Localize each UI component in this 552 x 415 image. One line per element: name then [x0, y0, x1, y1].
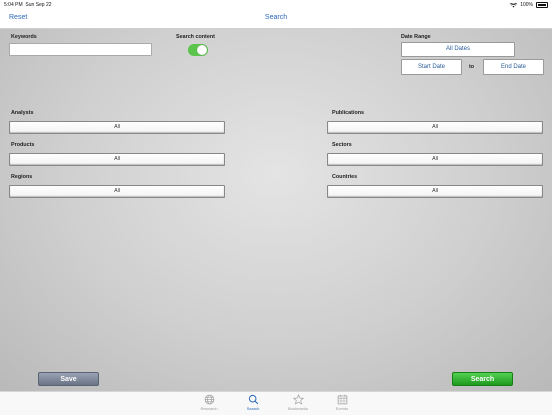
save-button[interactable]: Save: [38, 372, 99, 386]
star-icon: [292, 394, 304, 405]
page-title: Search: [264, 14, 288, 21]
tab-search[interactable]: Search: [238, 394, 268, 411]
keywords-input[interactable]: [9, 43, 152, 56]
publications-select[interactable]: All: [327, 121, 543, 134]
regions-select[interactable]: All: [9, 185, 225, 198]
search-content-toggle[interactable]: [188, 44, 208, 56]
battery-percent: 100%: [520, 2, 533, 8]
regions-label: Regions: [11, 174, 33, 180]
start-date-button[interactable]: Start Date: [401, 59, 462, 75]
wifi-icon: [510, 2, 518, 7]
analysts-label: Analysts: [11, 110, 34, 116]
publications-label: Publications: [332, 110, 365, 116]
tab-label: Events: [335, 406, 349, 411]
products-select[interactable]: All: [9, 153, 225, 166]
tab-label: Bookmarks: [287, 406, 308, 411]
search-icon: [248, 394, 258, 405]
battery-icon: [536, 2, 548, 8]
end-date-button[interactable]: End Date: [483, 59, 544, 75]
countries-select[interactable]: All: [327, 185, 543, 198]
all-dates-button[interactable]: All Dates: [401, 42, 515, 57]
tab-bookmarks[interactable]: Bookmarks: [283, 394, 313, 411]
search-content-label: Search content: [176, 34, 215, 40]
search-form: Keywords Search content Date Range All D…: [0, 29, 552, 391]
status-bar: 5:04 PM Sun Sep 22 100%: [0, 0, 552, 10]
analysts-select[interactable]: All: [9, 121, 225, 134]
sectors-label: Sectors: [332, 142, 352, 148]
tab-bar: Research Search Bookmarks Events: [0, 391, 552, 415]
sectors-select[interactable]: All: [327, 153, 543, 166]
search-button[interactable]: Search: [452, 372, 513, 386]
toggle-knob: [197, 45, 207, 55]
tab-label: Search: [246, 406, 260, 411]
calendar-icon: [337, 394, 347, 405]
tab-label: Research: [200, 406, 218, 411]
to-label: to: [469, 64, 475, 70]
products-label: Products: [11, 142, 35, 148]
tab-events[interactable]: Events: [327, 394, 357, 411]
keywords-label: Keywords: [11, 34, 37, 40]
countries-label: Countries: [332, 174, 358, 180]
status-right: 100%: [510, 2, 548, 8]
tab-research[interactable]: Research: [194, 394, 224, 411]
navigation-bar: Reset Search: [0, 10, 552, 29]
status-time: 5:04 PM Sun Sep 22: [4, 2, 52, 8]
date-range-label: Date Range: [401, 34, 431, 40]
globe-icon: [204, 394, 214, 405]
